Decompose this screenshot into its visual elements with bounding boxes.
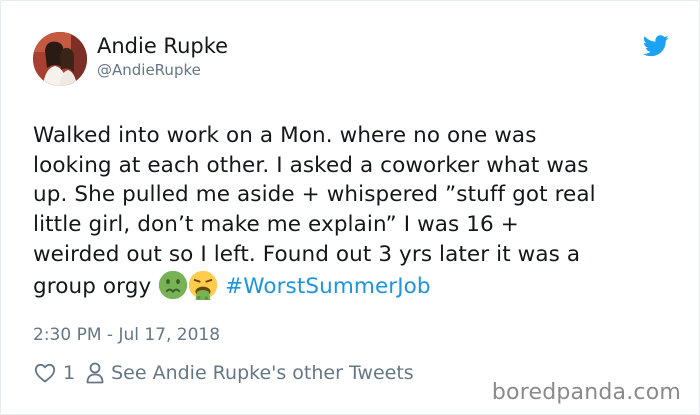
twitter-bird-icon[interactable] xyxy=(643,35,669,57)
tweet-line: little girl, don’t make me explain” I wa… xyxy=(33,212,519,238)
nauseated-face-icon xyxy=(159,270,188,299)
heart-icon[interactable] xyxy=(33,361,57,385)
tweet-line: up. She pulled me aside + whispered ”stu… xyxy=(33,182,596,208)
see-other-tweets-link[interactable]: See Andie Rupke's other Tweets xyxy=(111,362,414,384)
tweet-text: Walked into work on a Mon. where no one … xyxy=(33,121,681,301)
author-display-name[interactable]: Andie Rupke xyxy=(97,33,228,59)
person-icon xyxy=(86,362,104,384)
tweet-line: Walked into work on a Mon. where no one … xyxy=(33,123,537,148)
tweet-line-text: group orgy xyxy=(33,273,152,299)
author-handle[interactable]: @AndieRupke xyxy=(97,60,228,80)
vomiting-face-icon xyxy=(189,270,218,300)
tweet-last-line: group orgy #WorstSummerJob xyxy=(33,270,681,302)
tweet-line: weirded out so I left. Found out 3 yrs l… xyxy=(33,241,581,267)
tweet-timestamp[interactable]: 2:30 PM - Jul 17, 2018 xyxy=(33,323,220,347)
tweet-actions: 1 See Andie Rupke's other Tweets xyxy=(33,359,414,387)
avatar[interactable] xyxy=(33,32,87,86)
author-block[interactable]: Andie Rupke @AndieRupke xyxy=(97,33,228,80)
avatar-photo xyxy=(33,32,87,86)
like-count[interactable]: 1 xyxy=(63,362,75,384)
tweet-line: looking at each other. I asked a coworke… xyxy=(33,152,589,178)
tweet-card: Andie Rupke @AndieRupke Walked into work… xyxy=(0,0,700,415)
hashtag-link[interactable]: #WorstSummerJob xyxy=(225,274,431,299)
site-watermark: boredpanda.com xyxy=(491,380,681,405)
